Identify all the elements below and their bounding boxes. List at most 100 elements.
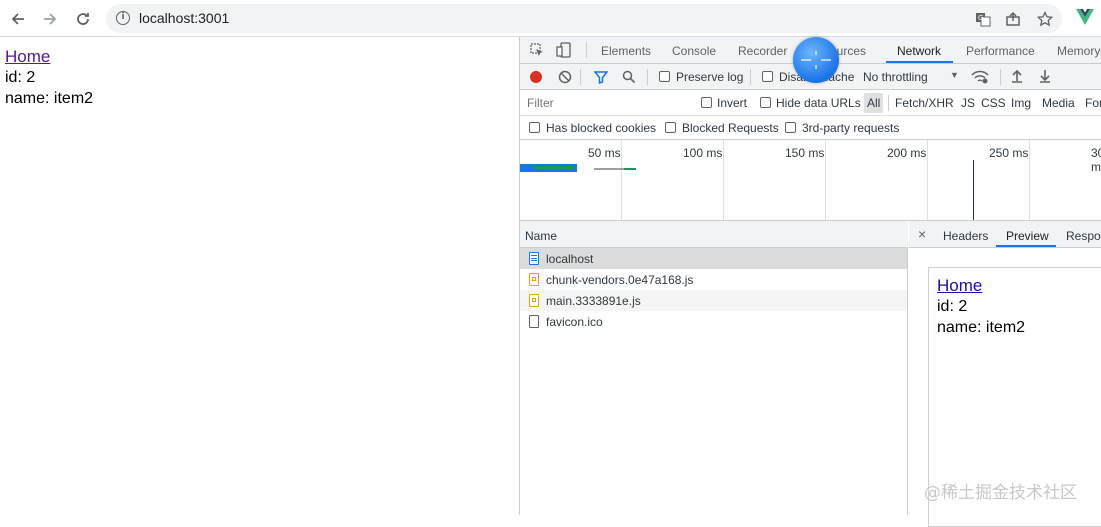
third-party-checkbox[interactable] [785,122,796,133]
invert-label: Invert [717,96,748,110]
preserve-log-checkbox[interactable] [659,71,670,82]
request-details: × Headers Preview Response Home id: 2 na… [909,221,1101,527]
filter-divider [888,95,889,111]
timeline-gridline [723,140,724,220]
request-name: main.3333891e.js [546,294,641,308]
arrow-left-icon [11,13,24,25]
filter-type-fetch-xhr[interactable]: Fetch/XHR [895,96,954,110]
arrow-right-icon [44,13,57,25]
filter-type-font[interactable]: Font [1085,96,1101,110]
preview-home-link[interactable]: Home [937,276,982,295]
timeline-bar-js [624,168,636,170]
timeline-gridline [927,140,928,220]
hide-data-urls-label: Hide data URLs [776,96,861,110]
inspect-element-icon[interactable] [530,43,544,60]
vue-devtools-icon[interactable] [1076,9,1094,29]
tab-console[interactable]: Console [672,44,716,58]
filter-input[interactable] [524,93,688,113]
document-icon [529,252,539,265]
filter-type-css[interactable]: CSS [981,96,1006,110]
blocked-requests-label: Blocked Requests [682,121,779,135]
id-text: id: 2 [5,69,36,86]
request-name: localhost [546,252,594,266]
tab-response[interactable]: Response [1066,229,1101,243]
blocked-requests-checkbox[interactable] [665,122,676,133]
requests-table: Name localhost chunk-vendors.0e47a168.js… [520,221,908,515]
device-toolbar-icon[interactable] [556,42,572,61]
name-column-header[interactable]: Name [520,221,908,248]
click-indicator [793,37,839,83]
disable-cache-checkbox[interactable] [762,71,773,82]
record-icon[interactable] [530,71,542,83]
invert-checkbox[interactable] [701,97,712,108]
timeline-gridline [621,140,622,220]
chevron-down-icon[interactable]: ▼ [950,70,959,80]
toolbar-divider [750,69,751,85]
url-text: localhost:3001 [139,10,230,26]
clear-icon[interactable] [558,70,572,87]
timeline-tick-label: 150 ms [785,146,825,160]
table-row[interactable]: chunk-vendors.0e47a168.js [520,269,907,290]
svg-text:G: G [978,14,983,22]
tab-elements[interactable]: Elements [601,44,651,58]
timeline-gridline [1029,140,1030,220]
toolbar-divider [580,69,581,85]
third-party-label: 3rd-party requests [802,121,900,135]
filter-type-js[interactable]: JS [961,96,975,110]
home-link[interactable]: Home [5,47,50,66]
preserve-log-label: Preserve log [676,70,744,84]
filter-type-media[interactable]: Media [1042,96,1075,110]
preview-id-text: id: 2 [937,298,968,315]
filter-bar: Invert Hide data URLs All Fetch/XHR JS C… [520,90,1101,116]
hide-data-urls-checkbox[interactable] [760,97,771,108]
import-har-icon[interactable] [1011,69,1023,86]
timeline-tick-label: 100 ms [683,146,723,160]
preview-name-text: name: item2 [937,319,1026,336]
tab-memory[interactable]: Memory [1057,44,1100,58]
filter-type-img[interactable]: Img [1011,96,1031,110]
tab-network[interactable]: Network [897,44,941,58]
request-name: favicon.ico [546,315,603,329]
reload-button[interactable] [71,7,95,31]
tab-recorder[interactable]: Recorder [738,44,787,58]
search-icon[interactable] [622,70,636,87]
tab-divider [586,42,587,58]
timeline-tick-label: 200 ms [887,146,927,160]
share-icon[interactable] [1004,11,1022,27]
filter-bar-secondary: Has blocked cookies Blocked Requests 3rd… [520,116,1101,140]
network-timeline[interactable]: 50 ms 100 ms 150 ms 200 ms 250 ms 300 ms [520,140,1101,221]
forward-button[interactable] [38,7,62,31]
close-icon[interactable]: × [918,226,926,242]
timeline-bar-doc-download [534,166,574,170]
web-page: Home id: 2 name: item2 [0,37,519,515]
timeline-gridline [825,140,826,220]
name-column-label: Name [525,229,558,243]
network-conditions-icon[interactable] [971,69,989,88]
toolbar-divider [1000,69,1001,85]
tab-performance[interactable]: Performance [966,44,1035,58]
timeline-bar-js-wait [594,168,624,170]
bookmark-star-icon[interactable] [1036,10,1054,27]
address-bar[interactable]: i localhost:3001 G [106,4,1062,33]
export-har-icon[interactable] [1039,69,1051,86]
watermark: @稀土掘金技术社区 [924,483,1077,503]
tab-preview[interactable]: Preview [1006,229,1049,243]
throttling-select[interactable]: No throttling [863,70,928,84]
filter-icon[interactable] [593,70,609,87]
table-row[interactable]: main.3333891e.js [520,290,907,311]
table-row[interactable]: localhost [520,248,907,269]
script-file-icon [529,273,539,286]
blocked-cookies-label: Has blocked cookies [546,121,657,135]
name-text: name: item2 [5,90,94,107]
tab-headers[interactable]: Headers [943,229,988,243]
timeline-tick-label: 50 ms [588,146,621,160]
table-row[interactable]: favicon.ico [520,311,907,332]
reload-icon [77,13,89,25]
translate-icon[interactable]: G [974,11,992,27]
filter-type-all[interactable]: All [864,93,884,113]
blocked-cookies-checkbox[interactable] [529,122,540,133]
toolbar-divider [647,69,648,85]
back-button[interactable] [6,7,30,31]
site-info-icon[interactable]: i [116,11,130,25]
timeline-tick-label: 250 ms [989,146,1029,160]
